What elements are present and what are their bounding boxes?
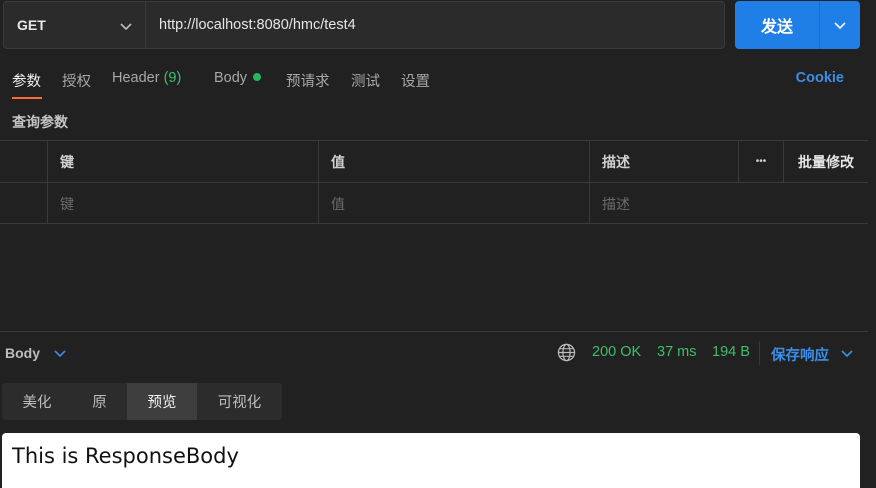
view-tab-preview[interactable]: 预览 <box>127 383 197 420</box>
column-header-key: 键 <box>47 141 318 182</box>
param-description-input[interactable]: 描述 <box>589 183 868 224</box>
response-preview-pane: This is ResponseBody <box>2 433 860 488</box>
tab-params[interactable]: 参数 <box>12 70 41 91</box>
chevron-down-icon[interactable] <box>840 346 854 360</box>
send-button-group: 发送 <box>735 1 860 49</box>
column-header-description: 描述 <box>589 141 738 182</box>
params-row-new: 键 值 描述 <box>0 182 868 224</box>
url-text: http://localhost:8080/hmc/test4 <box>159 17 356 33</box>
params-header-row: 键 值 描述 ••• 批量修改 <box>0 140 868 182</box>
tab-auth[interactable]: 授权 <box>62 70 91 91</box>
status-code[interactable]: 200 OK <box>592 344 641 360</box>
save-response-button[interactable]: 保存响应 <box>771 344 829 365</box>
request-tabs: 参数 授权 Header (9) Body 预请求 测试 设置 Cookie <box>0 58 876 102</box>
chevron-down-icon <box>120 23 132 31</box>
globe-icon[interactable] <box>557 343 576 362</box>
bulk-edit-button[interactable]: 批量修改 <box>783 141 868 182</box>
url-input[interactable]: http://localhost:8080/hmc/test4 <box>146 1 725 49</box>
response-body-dropdown[interactable]: Body <box>5 345 40 361</box>
view-tab-pretty[interactable]: 美化 <box>2 383 72 420</box>
method-select[interactable]: GET <box>3 1 146 49</box>
tab-body-label: Body <box>214 70 248 86</box>
params-table: 键 值 描述 ••• 批量修改 键 值 描述 <box>0 140 868 224</box>
column-header-value: 值 <box>318 141 589 182</box>
param-key-input[interactable]: 键 <box>47 183 318 224</box>
tab-body[interactable]: Body <box>214 70 262 86</box>
tab-tests[interactable]: 测试 <box>351 70 380 91</box>
response-bar: Body 200 OK 37 ms 194 B 保存响应 <box>0 332 868 374</box>
response-size[interactable]: 194 B <box>712 344 750 360</box>
response-preview-text: This is ResponseBody <box>12 444 239 468</box>
response-bar-divider <box>759 341 760 365</box>
query-params-title: 查询参数 <box>12 114 68 130</box>
chevron-down-icon[interactable] <box>53 346 67 360</box>
view-tab-raw[interactable]: 原 <box>72 383 127 420</box>
request-bar: GET http://localhost:8080/hmc/test4 发送 <box>0 0 876 52</box>
more-options-button[interactable]: ••• <box>738 141 783 182</box>
cookie-link[interactable]: Cookie <box>796 70 844 86</box>
tab-prerequest[interactable]: 预请求 <box>286 70 330 91</box>
chevron-down-icon <box>834 22 846 30</box>
view-tab-visualize[interactable]: 可视化 <box>197 383 282 420</box>
more-horizontal-icon: ••• <box>755 156 767 167</box>
body-indicator-dot <box>253 73 262 81</box>
active-tab-underline <box>12 97 42 99</box>
param-value-input[interactable]: 值 <box>318 183 589 224</box>
tab-header-label: Header <box>112 70 160 86</box>
response-time[interactable]: 37 ms <box>657 344 697 360</box>
send-options-button[interactable] <box>820 18 860 32</box>
send-button[interactable]: 发送 <box>735 13 819 37</box>
tab-header[interactable]: Header (9) <box>112 70 181 86</box>
tab-settings[interactable]: 设置 <box>401 70 430 91</box>
header-count: (9) <box>163 70 182 86</box>
method-label: GET <box>17 17 46 33</box>
response-view-tabs: 美化 原 预览 可视化 <box>2 383 282 420</box>
